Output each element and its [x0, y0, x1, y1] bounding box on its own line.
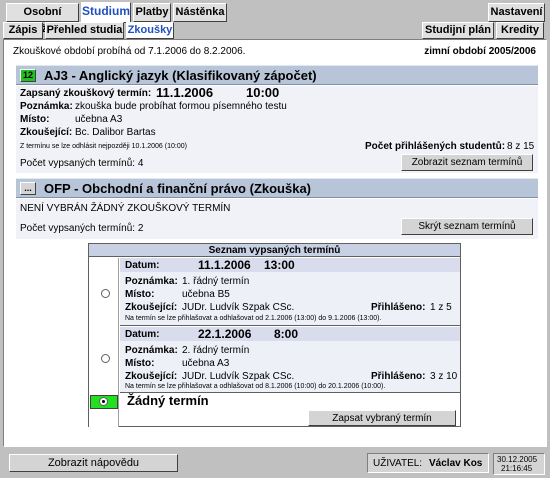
term-registered: 3 z 10 — [430, 371, 458, 382]
term-date: 22.1.2006 — [198, 327, 252, 341]
term-list-title: Seznam vypsaných termínů — [89, 244, 460, 257]
term-list-table: Seznam vypsaných termínů Datum: 11.1.200… — [88, 243, 461, 427]
term-row[interactable]: Datum: 11.1.2006 13:00 Poznámka: 1. řádn… — [120, 258, 460, 326]
subtab-zapis[interactable]: Zápis — [3, 22, 43, 39]
clock-date: 30.12.2005 — [497, 455, 538, 464]
subtab-zkousky[interactable]: Zkoušky — [126, 22, 174, 39]
date-label: Datum: — [125, 260, 160, 271]
term-note: 2. řádný termín — [182, 345, 250, 356]
course-title: OFP - Obchodní a finanční právo (Zkouška… — [44, 181, 312, 196]
no-term-label: Žádný termín — [127, 393, 209, 408]
hide-terms-button[interactable]: Skrýt seznam termínů — [401, 218, 533, 235]
course-badge: 12 — [20, 69, 36, 82]
tab-nastenka[interactable]: Nástěnka — [173, 3, 227, 22]
course-header-aj3: 12 AJ3 - Anglický jazyk (Klasifikovaný z… — [16, 65, 538, 85]
place-label: Místo: — [125, 289, 155, 300]
tab-platby[interactable]: Platby — [133, 3, 171, 22]
term-note: 1. řádný termín — [182, 276, 250, 287]
tab-nastaveni[interactable]: Nastavení — [488, 3, 545, 22]
term-examiners: JUDr. Ludvík Szpak CSc. — [182, 302, 295, 313]
subtab-kredity[interactable]: Kredity — [496, 22, 544, 39]
term-place: učebna A3 — [182, 358, 230, 369]
clock-box: 30.12.2005 21:16:45 — [493, 453, 545, 475]
terms-count: Počet vypsaných termínů: 2 — [20, 223, 144, 234]
student-count-value: 8 z 15 — [507, 141, 535, 152]
subtab-prehled-studia[interactable]: Přehled studia — [45, 22, 124, 39]
registered-date: 11.1.2006 — [156, 85, 214, 100]
no-term-radio[interactable] — [99, 397, 108, 406]
exam-period-text: Zkouškové období probíhá od 7.1.2006 do … — [13, 46, 246, 57]
tab-studium[interactable]: Studium — [81, 2, 131, 23]
semester-label: zimní období 2005/2006 — [424, 46, 536, 57]
term-radio[interactable] — [101, 289, 110, 298]
subtab-studijni-plan[interactable]: Studijní plán — [422, 22, 494, 39]
registered-label: Přihlášeno: — [371, 371, 426, 382]
note-label: Poznámka: — [125, 276, 178, 287]
note-value: zkouška bude probíhat formou písemného t… — [75, 101, 287, 112]
user-label: UŽIVATEL: — [373, 458, 423, 469]
term-row[interactable]: Datum: 22.1.2006 8:00 Poznámka: 2. řádný… — [120, 327, 460, 393]
user-box: UŽIVATEL: Václav Kos — [367, 453, 489, 473]
help-button[interactable]: Zobrazit nápovědu — [9, 454, 178, 472]
unregister-note: Z termínu se lze odhlásit nejpozději 10.… — [20, 143, 187, 150]
term-time: 8:00 — [274, 327, 299, 341]
clock-time: 21:16:45 — [501, 464, 533, 473]
place-label: Místo: — [125, 358, 155, 369]
examiners-label: Zkoušející: — [20, 127, 73, 138]
registered-term-label: Zapsaný zkouškový termín: — [20, 88, 152, 99]
tab-osobni-slozka[interactable]: Osobní složka — [6, 3, 79, 35]
show-terms-button[interactable]: Zobrazit seznam termínů — [401, 154, 533, 171]
examiners-label: Zkoušející: — [125, 371, 178, 382]
place-value: učebna A3 — [75, 114, 123, 125]
student-count-label: Počet přihlášených studentů: — [365, 141, 506, 152]
term-examiners: JUDr. Ludvík Szpak CSc. — [182, 371, 295, 382]
date-label: Datum: — [125, 329, 160, 340]
term-info: Na termín se lze přihlašovat a odhlašova… — [125, 315, 382, 322]
no-term-option-highlight[interactable] — [90, 395, 118, 409]
submit-term-button[interactable]: Zapsat vybraný termín — [308, 410, 456, 426]
registered-label: Přihlášeno: — [371, 302, 426, 313]
term-place: učebna B5 — [182, 289, 230, 300]
note-label: Poznámka: — [125, 345, 178, 356]
course-body-aj3: Zapsaný zkouškový termín: 11.1.2006 10:0… — [16, 85, 538, 173]
note-label: Poznámka: — [20, 101, 73, 112]
term-date: 11.1.2006 — [198, 258, 251, 272]
user-name: Václav Kos — [429, 458, 483, 469]
term-registered: 1 z 5 — [430, 302, 452, 313]
place-label: Místo: — [20, 114, 50, 125]
registered-time: 10:00 — [246, 85, 280, 100]
examiners-label: Zkoušející: — [125, 302, 178, 313]
terms-count: Počet vypsaných termínů: 4 — [20, 158, 144, 169]
term-radio[interactable] — [101, 354, 110, 363]
examiners-value: Bc. Dalibor Bartas — [75, 127, 156, 138]
term-info: Na termín se lze přihlašovat a odhlašova… — [125, 383, 386, 390]
course-body-ofp: NENÍ VYBRÁN ŽÁDNÝ ZKOUŠKOVÝ TERMÍN Počet… — [16, 199, 538, 239]
course-title: AJ3 - Anglický jazyk (Klasifikovaný zápo… — [44, 68, 317, 83]
course-badge: ... — [20, 182, 36, 195]
course-header-ofp: ... OFP - Obchodní a finanční právo (Zko… — [16, 178, 538, 198]
term-time: 13:00 — [264, 258, 295, 272]
no-term-text: NENÍ VYBRÁN ŽÁDNÝ ZKOUŠKOVÝ TERMÍN — [20, 203, 231, 214]
